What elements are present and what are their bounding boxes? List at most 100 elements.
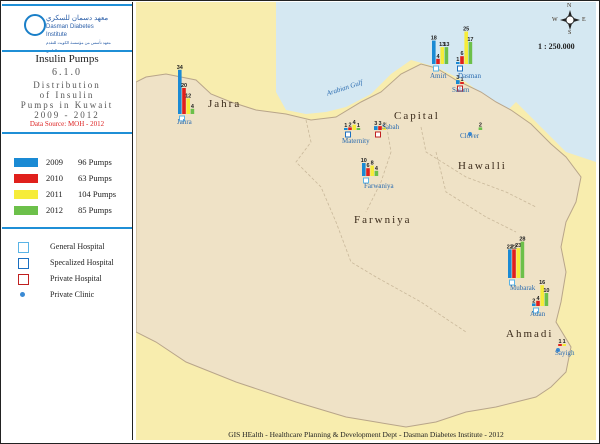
legend-swatch-2011: [14, 190, 38, 199]
pump-bar: [440, 47, 444, 64]
panel-subtitle-4: 2009 - 2012: [34, 110, 100, 120]
legend-swatch-2010: [14, 174, 38, 183]
specialized-hospital-icon: [457, 65, 463, 72]
pump-bar: [432, 40, 436, 64]
pump-value-label: 34: [177, 65, 184, 71]
facility-label-mubarak: Mubarak: [510, 284, 536, 292]
pump-bar: [468, 41, 473, 64]
private-clinic-icon: [20, 292, 25, 297]
pump-value-label: 1: [563, 339, 566, 345]
pump-bar: [182, 88, 186, 114]
pump-value-label: 6: [366, 163, 369, 169]
pump-value-label: 25: [463, 27, 469, 33]
region-capital: Capital: [394, 110, 440, 122]
general-hospital-icon: [433, 65, 439, 72]
pump-value-label: 2: [479, 122, 482, 128]
pump-value-label: 1: [558, 339, 561, 345]
region-hawalli: Hawalli: [458, 160, 507, 172]
facility-label-sayigh: Sayigh: [555, 349, 575, 357]
pump-value-label: 1: [456, 57, 459, 63]
panel-subtitle-2: of Insulin: [39, 90, 95, 100]
logo-emblem-icon: [24, 14, 46, 36]
pump-value-label: 1: [344, 123, 347, 129]
panel-title: Insulin Pumps: [35, 53, 99, 65]
panel-code: 6.1.0: [52, 67, 82, 78]
private-hospital-icon: [18, 274, 29, 285]
pump-bar: [186, 98, 190, 114]
pump-bar: [370, 165, 374, 176]
pump-bar: [178, 69, 182, 114]
logo-line-english: Dasman Diabetes Institute: [46, 24, 94, 38]
pump-value-label: 23: [515, 243, 521, 249]
logo-text: معهد دسمان للسكري Dasman Diabetes Instit…: [46, 15, 114, 55]
facility-label-dasman: Dasman: [458, 72, 481, 80]
pump-value-label: 2: [348, 122, 351, 128]
pump-value-label: 12: [185, 93, 191, 99]
pump-value-label: 17: [467, 37, 473, 43]
pump-value-label: 2: [532, 298, 535, 304]
facility-label-clover: Clover: [460, 132, 480, 140]
legend-divider: [2, 227, 132, 229]
legend-pumps: 63 Pumps: [78, 173, 112, 183]
facility-label-salam: Salam: [452, 86, 470, 94]
panel-subtitle-3: Pumps in Kuwait: [20, 100, 114, 110]
facility-label-adan: Adan: [530, 310, 546, 318]
pump-value-label: 10: [543, 288, 549, 294]
facility-type-label: Specalized Hospital: [50, 258, 114, 267]
pump-bar: [508, 249, 512, 278]
facility-label-jahra: Jahra: [177, 118, 192, 126]
top-divider: [2, 4, 132, 6]
pump-bar: [544, 293, 549, 306]
compass-east: E: [582, 17, 586, 23]
pump-bar: [516, 248, 520, 278]
data-source: Data Source: MOH - 2012: [29, 120, 105, 128]
facility-label-sabah: Sabah: [382, 123, 400, 131]
pump-bar: [366, 168, 370, 176]
panel-subtitle-1: Distribution: [33, 80, 101, 90]
pump-value-label: 8: [371, 161, 374, 167]
pump-value-label: 6: [460, 51, 463, 57]
legend-year: 2011: [46, 189, 63, 199]
region-ahmadi: Ahmadi: [506, 328, 554, 340]
legend-pumps: 104 Pumps: [78, 189, 117, 199]
legend-panel: معهد دسمان للسكري Dasman Diabetes Instit…: [2, 2, 133, 440]
facility-label-maternity: Maternity: [342, 137, 370, 145]
private-hospital-icon: [375, 131, 381, 138]
facility-type-label: Private Clinic: [50, 290, 95, 299]
compass-north: N: [567, 3, 572, 9]
facility-type-label: General Hospital: [50, 242, 105, 251]
legend-year: 2009: [46, 157, 63, 167]
title-divider: [2, 132, 132, 134]
pump-bar: [444, 47, 449, 64]
legend-year: 2010: [46, 173, 63, 183]
legend-pumps: 85 Pumps: [78, 205, 112, 215]
pump-value-label: 20: [181, 83, 187, 89]
pump-value-label: 1: [357, 123, 360, 129]
pump-bar: [460, 56, 464, 64]
pump-value-label: 18: [431, 36, 437, 42]
region-jahra: Jahra: [208, 98, 242, 110]
region-farwniya: Farwniya: [354, 214, 412, 226]
pump-value-label: 3: [374, 121, 377, 127]
legend-swatch-2012: [14, 206, 38, 215]
facility-type-label: Private Hospital: [50, 274, 102, 283]
institute-logo: معهد دسمان للسكري Dasman Diabetes Instit…: [24, 14, 114, 53]
logo-divider: [2, 50, 132, 52]
pump-value-label: 28: [519, 237, 525, 243]
legend-swatch-2009: [14, 158, 38, 167]
legend-year: 2012: [46, 205, 63, 215]
specialized-hospital-icon: [18, 258, 29, 269]
compass-south: S: [568, 30, 572, 36]
general-hospital-icon: [18, 242, 29, 253]
compass-west: W: [552, 17, 558, 23]
pump-bar: [362, 163, 366, 176]
pump-bar: [512, 249, 516, 278]
facility-label-farwaniya: Farwaniya: [364, 182, 394, 190]
legend-pumps: 96 Pumps: [78, 157, 112, 167]
pump-value-label: 13: [443, 42, 449, 48]
map-scale: 1 : 250.000: [538, 42, 575, 51]
pump-bar: [520, 241, 525, 278]
map-footer: GIS HEalth - Healthcare Planning & Devel…: [228, 430, 504, 439]
facility-label-amiri: Amiri: [430, 72, 447, 80]
kuwait-map: 34 20 12 4 18 4 13 13 1 6 25 17 3 1 1 2 4 1 3 3 2 2 10 6 8 4 22 22 2…: [136, 2, 596, 440]
